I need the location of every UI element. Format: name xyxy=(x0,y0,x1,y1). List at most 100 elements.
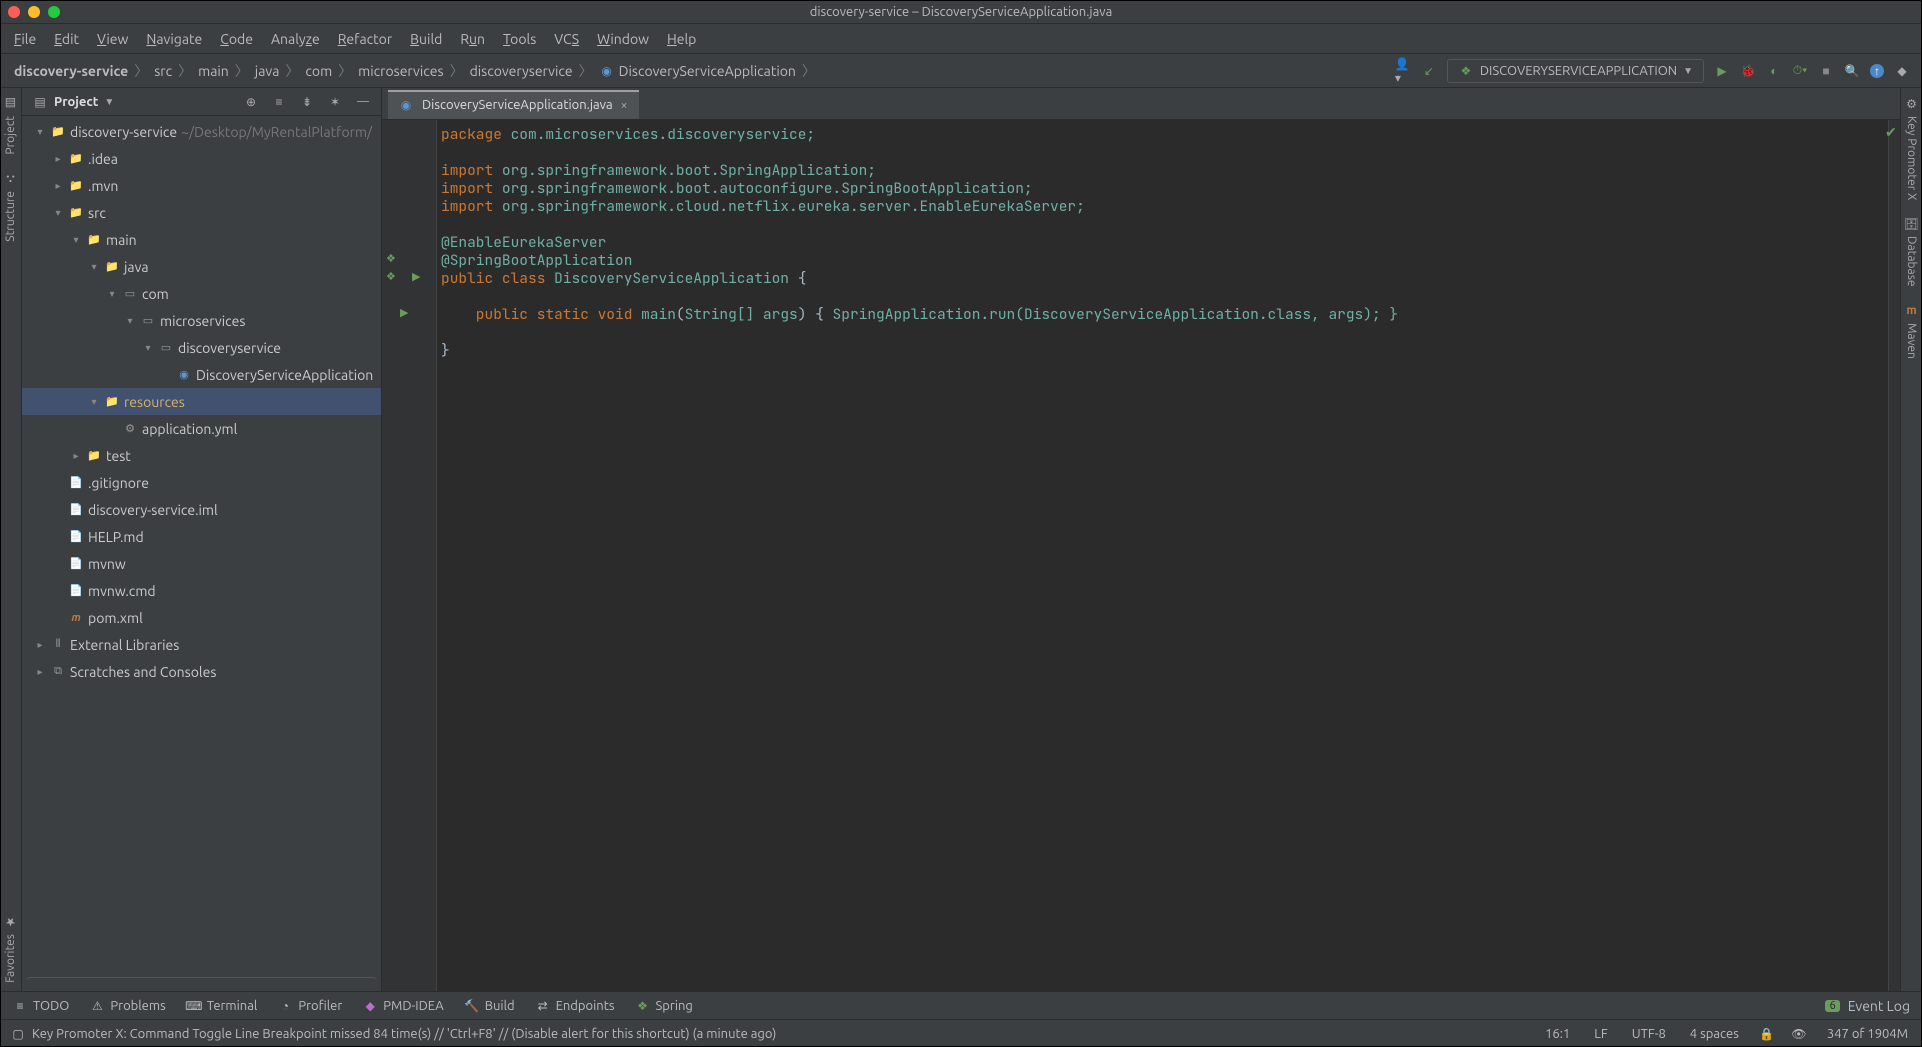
minimize-window-icon[interactable] xyxy=(28,6,40,18)
caret-position[interactable]: 16:1 xyxy=(1541,1027,1574,1041)
tree-row-resources[interactable]: ▾📁 resources xyxy=(22,388,381,415)
tree-row-application-yml[interactable]: ⚙ application.yml xyxy=(22,415,381,442)
tree-row--gitignore[interactable]: 📄 .gitignore xyxy=(22,469,381,496)
disclosure-arrow-icon[interactable]: ▸ xyxy=(52,153,64,165)
tree-row-external-libraries[interactable]: ▸⫴ External Libraries xyxy=(22,631,381,658)
tree-row-discovery-service-iml[interactable]: 📄 discovery-service.iml xyxy=(22,496,381,523)
tool-problems[interactable]: ⚠Problems xyxy=(89,998,165,1014)
crumb-project[interactable]: discovery-service〉 xyxy=(14,61,150,81)
close-icon[interactable]: × xyxy=(621,99,628,112)
tool-todo[interactable]: ≡TODO xyxy=(12,998,69,1014)
tree-row-pom-xml[interactable]: m pom.xml xyxy=(22,604,381,631)
menu-help[interactable]: Help xyxy=(659,27,704,51)
crumb-src[interactable]: src〉 xyxy=(154,61,194,81)
editor-right-strip[interactable]: ✔ xyxy=(1888,120,1900,991)
search-icon[interactable]: 🔍 xyxy=(1844,63,1860,79)
profile-button[interactable]: ⏱▾ xyxy=(1792,63,1808,79)
code-editor[interactable]: package com.microservices.discoveryservi… xyxy=(437,120,1888,991)
collapse-icon[interactable]: ⇟ xyxy=(299,94,315,110)
tree-row-help-md[interactable]: 📄 HELP.md xyxy=(22,523,381,550)
tree-row--idea[interactable]: ▸📁 .idea xyxy=(22,145,381,172)
tree-row-discoveryservice[interactable]: ▾▭ discoveryservice xyxy=(22,334,381,361)
run-button[interactable]: ▶ xyxy=(1714,63,1730,79)
tree-row-com[interactable]: ▾▭ com xyxy=(22,280,381,307)
tree-row-mvnw-cmd[interactable]: 📄 mvnw.cmd xyxy=(22,577,381,604)
encoding[interactable]: UTF-8 xyxy=(1628,1027,1670,1041)
menu-analyze[interactable]: Analyze xyxy=(263,27,328,51)
inspections-icon[interactable]: 👁 xyxy=(1791,1026,1807,1042)
tree-row-main[interactable]: ▾📁 main xyxy=(22,226,381,253)
crumb-java[interactable]: java〉 xyxy=(255,61,302,81)
menu-file[interactable]: File xyxy=(6,27,44,51)
crumb-class[interactable]: ◉DiscoveryServiceApplication〉 xyxy=(599,61,818,81)
close-window-icon[interactable] xyxy=(8,6,20,18)
disclosure-arrow-icon[interactable]: ▾ xyxy=(88,261,100,273)
disclosure-arrow-icon[interactable]: ▸ xyxy=(34,666,46,678)
crumb-microservices[interactable]: microservices〉 xyxy=(358,61,465,81)
locate-icon[interactable]: ⊕ xyxy=(243,94,259,110)
coverage-button[interactable]: ◐ xyxy=(1766,63,1782,79)
up-arrow-icon[interactable]: ↑ xyxy=(1870,64,1884,78)
menu-run[interactable]: Run xyxy=(452,27,493,51)
tool-database[interactable]: 🗄Database xyxy=(1901,208,1922,295)
menu-code[interactable]: Code xyxy=(212,27,261,51)
tool-terminal[interactable]: ⌨Terminal xyxy=(186,998,258,1014)
ide-settings-icon[interactable]: ◆ xyxy=(1894,63,1910,79)
tree-row-mvnw[interactable]: 📄 mvnw xyxy=(22,550,381,577)
tree-row-discoveryserviceapplication[interactable]: ◉ DiscoveryServiceApplication xyxy=(22,361,381,388)
tree-row-src[interactable]: ▾📁 src xyxy=(22,199,381,226)
disclosure-arrow-icon[interactable]: ▸ xyxy=(52,180,64,192)
disclosure-arrow-icon[interactable]: ▾ xyxy=(88,396,100,408)
run-gutter-icon[interactable]: ▶ xyxy=(412,270,420,283)
menu-build[interactable]: Build xyxy=(402,27,450,51)
tool-maven[interactable]: mMaven xyxy=(1901,295,1922,367)
vcs-back-icon[interactable]: ↙ xyxy=(1421,63,1437,79)
hide-icon[interactable]: — xyxy=(355,94,371,110)
crumb-com[interactable]: com〉 xyxy=(305,61,354,81)
memory[interactable]: 347 of 1904M xyxy=(1823,1027,1912,1041)
tree-row-microservices[interactable]: ▾▭ microservices xyxy=(22,307,381,334)
tool-project[interactable]: Project▤ xyxy=(0,88,21,163)
tool-pmd[interactable]: ◆PMD-IDEA xyxy=(362,998,443,1014)
project-tree[interactable]: ▾📁 discovery-service ~/Desktop/MyRentalP… xyxy=(22,116,381,977)
run-configuration[interactable]: ❖ DISCOVERYSERVICEAPPLICATION ▼ xyxy=(1447,59,1704,83)
disclosure-arrow-icon[interactable]: ▾ xyxy=(106,288,118,300)
chevron-down-icon[interactable]: ▼ xyxy=(104,96,114,108)
spring-bean-icon[interactable]: ❖ xyxy=(386,252,396,265)
tool-build[interactable]: 🔨Build xyxy=(464,998,515,1014)
menu-view[interactable]: View xyxy=(89,27,136,51)
stop-button[interactable]: ■ xyxy=(1818,63,1834,79)
disclosure-arrow-icon[interactable]: ▾ xyxy=(142,342,154,354)
menu-tools[interactable]: Tools xyxy=(495,27,544,51)
status-message[interactable]: ▢ Key Promoter X: Command Toggle Line Br… xyxy=(10,1026,776,1042)
tree-row--mvn[interactable]: ▸📁 .mvn xyxy=(22,172,381,199)
tool-profiler[interactable]: ◔Profiler xyxy=(277,998,342,1014)
tree-row-java[interactable]: ▾📁 java xyxy=(22,253,381,280)
maximize-window-icon[interactable] xyxy=(48,6,60,18)
tool-structure[interactable]: Structure⛬ xyxy=(0,163,21,250)
lock-icon[interactable]: 🔒 xyxy=(1759,1026,1775,1042)
disclosure-arrow-icon[interactable]: ▾ xyxy=(70,234,82,246)
tree-row-scratches-and-consoles[interactable]: ▸⧉ Scratches and Consoles xyxy=(22,658,381,685)
tree-row-test[interactable]: ▸📁 test xyxy=(22,442,381,469)
tool-favorites[interactable]: Favorites★ xyxy=(0,906,21,991)
menu-navigate[interactable]: Navigate xyxy=(138,27,210,51)
editor-gutter[interactable]: ❖ ❖ ▶ ▶ xyxy=(382,120,437,991)
inspection-ok-icon[interactable]: ✔ xyxy=(1885,124,1897,141)
scrollbar-horizontal[interactable] xyxy=(26,977,377,987)
indent[interactable]: 4 spaces xyxy=(1686,1027,1743,1041)
spring-bean-icon[interactable]: ❖ xyxy=(386,270,396,283)
tool-key-promoter[interactable]: ⚙Key Promoter X xyxy=(1901,88,1922,208)
menu-edit[interactable]: Edit xyxy=(46,27,87,51)
tool-window-icon[interactable]: ▢ xyxy=(10,1026,26,1042)
tree-row-discovery-service[interactable]: ▾📁 discovery-service ~/Desktop/MyRentalP… xyxy=(22,118,381,145)
editor-tab[interactable]: ◉ DiscoveryServiceApplication.java × xyxy=(388,90,639,119)
line-ending[interactable]: LF xyxy=(1590,1027,1611,1041)
menu-refactor[interactable]: Refactor xyxy=(330,27,400,51)
code-text[interactable]: package com.microservices.discoveryservi… xyxy=(437,120,1888,360)
run-gutter-icon[interactable]: ▶ xyxy=(400,306,408,319)
menu-vcs[interactable]: VCS xyxy=(546,27,587,51)
disclosure-arrow-icon[interactable]: ▸ xyxy=(34,639,46,651)
gear-icon[interactable]: ✶ xyxy=(327,94,343,110)
disclosure-arrow-icon[interactable]: ▾ xyxy=(124,315,136,327)
